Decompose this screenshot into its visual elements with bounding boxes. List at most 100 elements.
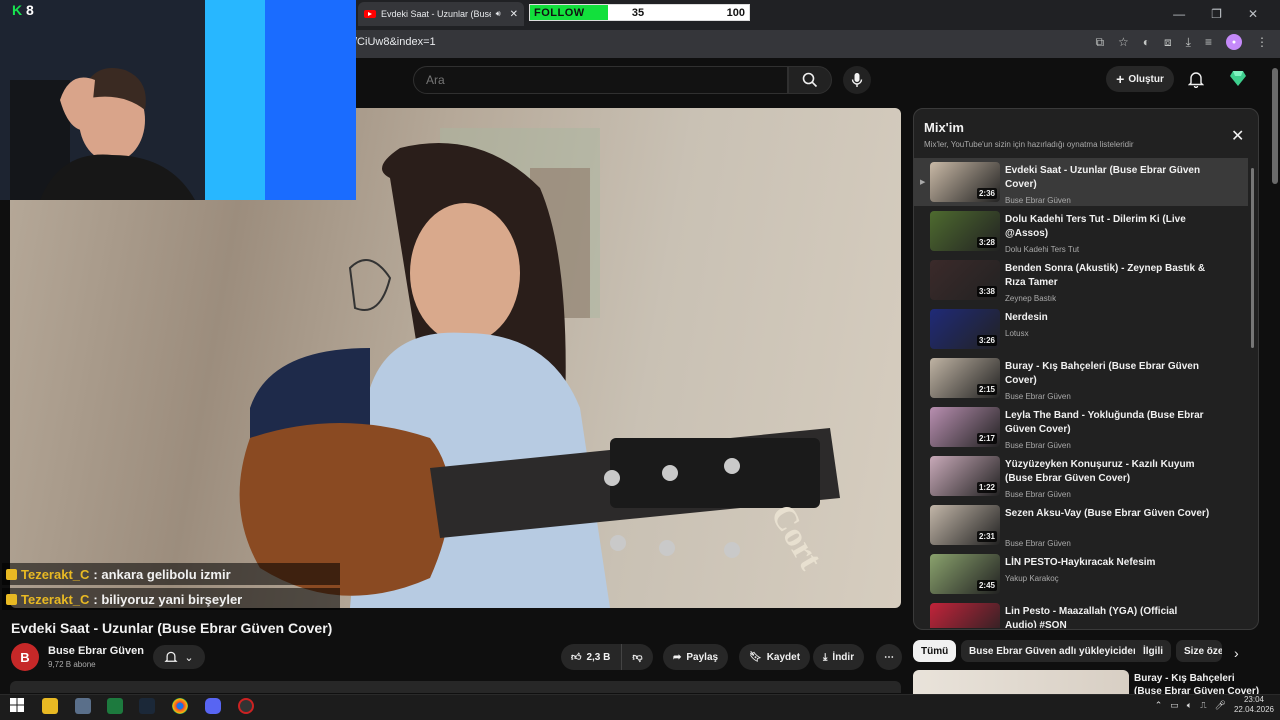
- playlist-item-title[interactable]: Benden Sonra (Akustik) - Zeynep Bastık &…: [1005, 262, 1210, 290]
- subscribed-notifications-button[interactable]: ⌄: [153, 645, 205, 669]
- playlist-icon[interactable]: ≡: [1205, 35, 1212, 49]
- duration-badge: 2:36: [976, 188, 997, 199]
- chip-all[interactable]: Tümü: [913, 640, 957, 662]
- playlist-item-title[interactable]: Lin Pesto - Maazallah (YGA) (Official Au…: [1005, 605, 1210, 628]
- bookmark-star-icon[interactable]: ☆: [1118, 35, 1129, 49]
- playlist-item[interactable]: 1:22 Yüzyüzeyken Konuşuruz - Kazılı Kuyum…: [914, 452, 1248, 500]
- more-actions-button[interactable]: ⋯: [876, 644, 902, 670]
- recommended-title[interactable]: Buray - Kış Bahçeleri (Buse Ebrar Güven …: [1134, 672, 1264, 694]
- playlist-item-thumbnail[interactable]: 2:45: [930, 554, 1000, 594]
- dislike-button[interactable]: 👎︎: [621, 644, 653, 670]
- obs-icon[interactable]: [238, 698, 254, 714]
- duration-badge: 1:22: [976, 482, 997, 493]
- windows-start-icon[interactable]: [10, 698, 26, 714]
- playlist-item-channel: Buse Ebrar Güven: [1005, 539, 1071, 548]
- playlist-item[interactable]: 3:28 Dolu Kadehi Ters Tut - Dilerim Ki (L…: [914, 207, 1248, 255]
- svg-text:Cort: Cort: [763, 499, 829, 577]
- playlist-item-title[interactable]: Nerdesin: [1005, 311, 1210, 325]
- chip-related[interactable]: İlgili: [1135, 640, 1171, 662]
- download-icon[interactable]: ⤓: [1186, 35, 1191, 50]
- thumbs-down-icon: 👎︎: [632, 652, 643, 663]
- close-window-button[interactable]: ✕: [1248, 7, 1258, 21]
- voice-search-button[interactable]: [843, 66, 871, 94]
- excel-icon[interactable]: [107, 698, 123, 714]
- close-icon[interactable]: ✕: [1231, 126, 1244, 146]
- download-button[interactable]: ⤓ İndir: [813, 644, 865, 670]
- playlist-item-title[interactable]: Yüzyüzeyken Konuşuruz - Kazılı Kuyum (Bu…: [1005, 458, 1210, 486]
- playlist-item-title[interactable]: Evdeki Saat - Uzunlar (Buse Ebrar Güven …: [1005, 164, 1210, 192]
- playlist-item-thumbnail[interactable]: 1:22: [930, 456, 1000, 496]
- playlist-item[interactable]: 2:45 LİN PESTO-Haykıracak Nefesim Yakup Ka…: [914, 550, 1248, 598]
- playlist-item-title[interactable]: Leyla The Band - Yokluğunda (Buse Ebrar …: [1005, 409, 1210, 437]
- playlist-item[interactable]: 2:17 Leyla The Band - Yokluğunda (Buse Eb…: [914, 403, 1248, 451]
- chevron-up-icon[interactable]: ⌃: [1155, 700, 1163, 711]
- follow-goal-current: 35: [631, 6, 645, 19]
- create-button[interactable]: + Oluştur: [1106, 66, 1174, 92]
- microphone-tray-icon[interactable]: 🎤︎: [1215, 700, 1226, 711]
- notifications-button[interactable]: [1187, 70, 1205, 91]
- save-button[interactable]: 🔖︎ Kaydet: [739, 644, 811, 670]
- save-label: Kaydet: [766, 651, 801, 663]
- search-input[interactable]: [426, 73, 787, 87]
- playlist-item-title[interactable]: LİN PESTO-Haykıracak Nefesim: [1005, 556, 1210, 570]
- extensions-puzzle-icon[interactable]: ⧈: [1164, 35, 1172, 50]
- file-explorer-icon[interactable]: [42, 698, 58, 714]
- playlist-item-title[interactable]: Buray - Kış Bahçeleri (Buse Ebrar Güven …: [1005, 360, 1210, 388]
- volume-icon[interactable]: 🔈︎: [1187, 700, 1192, 711]
- playlist-item[interactable]: 2:15 Buray - Kış Bahçeleri (Buse Ebrar Gü…: [914, 354, 1248, 402]
- playlist-item-thumbnail[interactable]: 3:26: [930, 309, 1000, 349]
- chip-from-uploader[interactable]: Buse Ebrar Güven adlı yükleyiciden: [961, 640, 1148, 662]
- chevron-right-icon[interactable]: ›: [1234, 645, 1239, 661]
- playlist-item-thumbnail[interactable]: 2:15: [930, 358, 1000, 398]
- usb-icon[interactable]: ⎍: [1200, 700, 1206, 711]
- playlist-item[interactable]: 3:38 Benden Sonra (Akustik) - Zeynep Bast…: [914, 256, 1248, 304]
- like-button[interactable]: 👍︎ 2,3 B: [561, 644, 621, 670]
- discord-icon[interactable]: [205, 698, 221, 714]
- playlist-item-thumbnail[interactable]: 3:28: [930, 211, 1000, 251]
- network-icon[interactable]: ▭: [1170, 700, 1179, 711]
- clock-date: 22.04.2026: [1233, 705, 1274, 714]
- profile-avatar[interactable]: ●: [1226, 34, 1242, 50]
- channel-avatar[interactable]: B: [11, 643, 39, 671]
- extension-icon[interactable]: ◐: [1143, 35, 1150, 49]
- account-avatar-gem-icon[interactable]: [1229, 69, 1247, 87]
- playlist-scrollbar[interactable]: [1251, 168, 1254, 348]
- playlist-item-thumbnail[interactable]: 3:38: [930, 260, 1000, 300]
- minimize-button[interactable]: —: [1173, 7, 1185, 21]
- playlist-item-title[interactable]: Sezen Aksu-Vay (Buse Ebrar Güven Cover): [1005, 507, 1210, 521]
- install-app-icon[interactable]: ⧉: [1095, 35, 1104, 50]
- chat-badge-icon: [6, 568, 17, 580]
- page-scrollbar[interactable]: [1272, 68, 1278, 184]
- share-button[interactable]: ➦ Paylaş: [663, 644, 729, 670]
- calculator-icon[interactable]: [75, 698, 91, 714]
- chrome-icon[interactable]: [172, 698, 188, 714]
- url-text[interactable]: /CiUw8&index=1: [354, 36, 436, 48]
- playlist-item[interactable]: 3:26 Nerdesin Lotusx: [914, 305, 1248, 353]
- steam-icon[interactable]: [139, 698, 155, 714]
- clock[interactable]: 23:04 22.04.2026: [1234, 695, 1274, 715]
- bell-icon: [1187, 72, 1205, 89]
- playlist-item[interactable]: ▶ 2:36 Evdeki Saat - Uzunlar (Buse Ebrar G…: [914, 158, 1248, 206]
- playlist-item-title[interactable]: Dolu Kadehi Ters Tut - Dilerim Ki (Live …: [1005, 213, 1210, 241]
- tab-title: Evdeki Saat - Uzunlar (Buse Eb: [381, 9, 491, 19]
- playlist-item[interactable]: 2:31 Sezen Aksu-Vay (Buse Ebrar Güven Cov…: [914, 501, 1248, 549]
- browser-menu-icon[interactable]: ⋮: [1256, 35, 1268, 49]
- playlist-item-thumbnail[interactable]: 2:36: [930, 162, 1000, 202]
- chip-for-you[interactable]: Size özel: [1176, 640, 1222, 662]
- search-button[interactable]: [788, 66, 832, 94]
- search-box[interactable]: [413, 66, 788, 94]
- tab-close-icon[interactable]: ✕: [510, 9, 518, 20]
- share-arrow-icon: ➦: [673, 651, 682, 663]
- more-horizontal-icon: ⋯: [884, 651, 894, 663]
- duration-badge: 3:38: [976, 286, 997, 297]
- playlist-item[interactable]: 2:54Lin Pesto - Maazallah (YGA) (Officia…: [914, 599, 1248, 628]
- playlist-item-thumbnail[interactable]: 2:17: [930, 407, 1000, 447]
- playlist-item-thumbnail[interactable]: 2:54: [930, 603, 1000, 628]
- browser-tab[interactable]: Evdeki Saat - Uzunlar (Buse Eb 🔊︎ ✕: [358, 2, 524, 26]
- channel-name[interactable]: Buse Ebrar Güven: [48, 645, 144, 657]
- playlist-item-thumbnail[interactable]: 2:31: [930, 505, 1000, 545]
- subscriber-count: 9,72 B abone: [48, 660, 96, 669]
- restore-button[interactable]: ❐: [1211, 7, 1222, 21]
- playlist-title: Mix'im: [924, 120, 964, 135]
- description-box[interactable]: [10, 681, 901, 693]
